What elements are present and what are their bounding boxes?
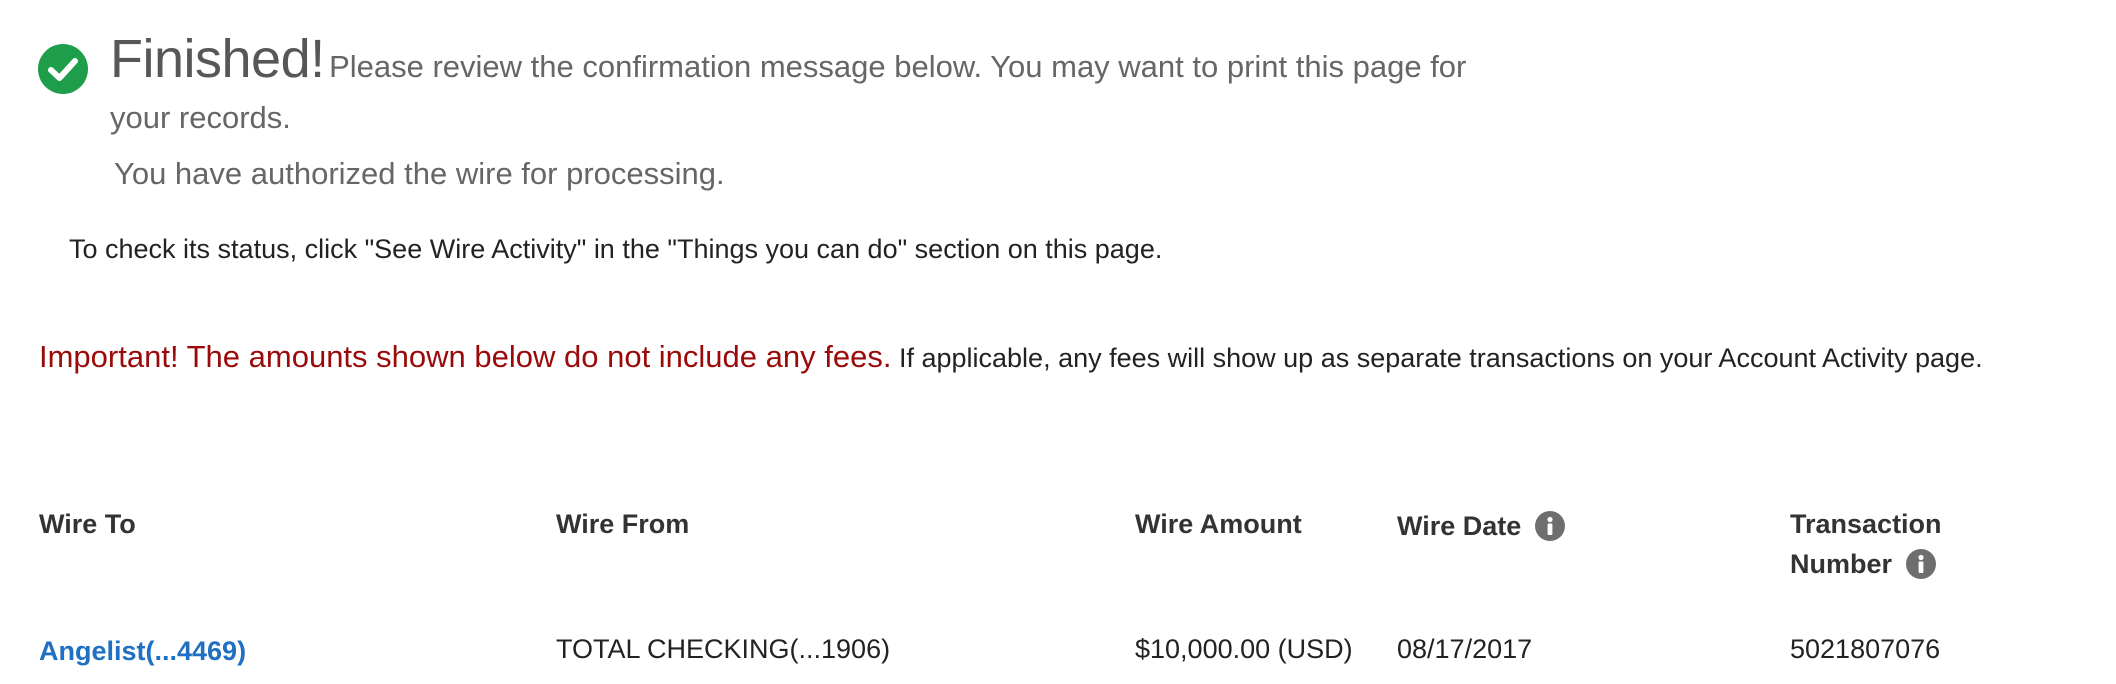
wire-amount: $10,000.00 (USD) [1135, 634, 1353, 664]
status-hint: To check its status, click "See Wire Act… [69, 234, 1163, 264]
finished-line: Finished! Please review the confirmation… [110, 32, 1610, 96]
confirmation-header: Finished! Please review the confirmation… [110, 32, 1610, 140]
info-icon[interactable] [1535, 510, 1566, 541]
header-wire-amount: Wire Amount [1135, 504, 1302, 544]
header-transaction-line2: Number [1790, 549, 1893, 579]
page-title: Finished! [110, 29, 325, 89]
header-wire-to: Wire To [39, 504, 136, 544]
header-wire-from-label: Wire From [556, 509, 690, 539]
fees-details: If applicable, any fees will show up as … [898, 343, 1983, 373]
header-wire-amount-label: Wire Amount [1135, 509, 1302, 539]
authorized-message: You have authorized the wire for process… [114, 156, 725, 191]
review-message-continued: your records. [110, 100, 291, 135]
important-warning: Important! The amounts shown below do no… [39, 339, 892, 374]
header-transaction-line2-wrap: Number [1790, 544, 1942, 584]
header-wire-from: Wire From [556, 504, 689, 544]
wire-from-account: TOTAL CHECKING(...1906) [556, 634, 891, 664]
check-circle-icon [38, 44, 88, 94]
info-icon[interactable] [1906, 548, 1937, 579]
header-wire-date-label: Wire Date [1397, 511, 1522, 541]
header-wire-to-label: Wire To [39, 509, 136, 539]
transaction-number: 5021807076 [1790, 634, 1941, 664]
review-message: Please review the confirmation message b… [329, 49, 1467, 84]
header-wire-date: Wire Date [1397, 506, 1566, 546]
header-transaction-number: Transaction Number [1790, 504, 1942, 584]
wire-to-account-link[interactable]: Angelist(...4469) [39, 636, 246, 667]
fees-notice: Important! The amounts shown below do no… [39, 336, 2099, 379]
header-transaction-line1: Transaction [1790, 509, 1942, 539]
wire-date: 08/17/2017 [1397, 634, 1533, 664]
